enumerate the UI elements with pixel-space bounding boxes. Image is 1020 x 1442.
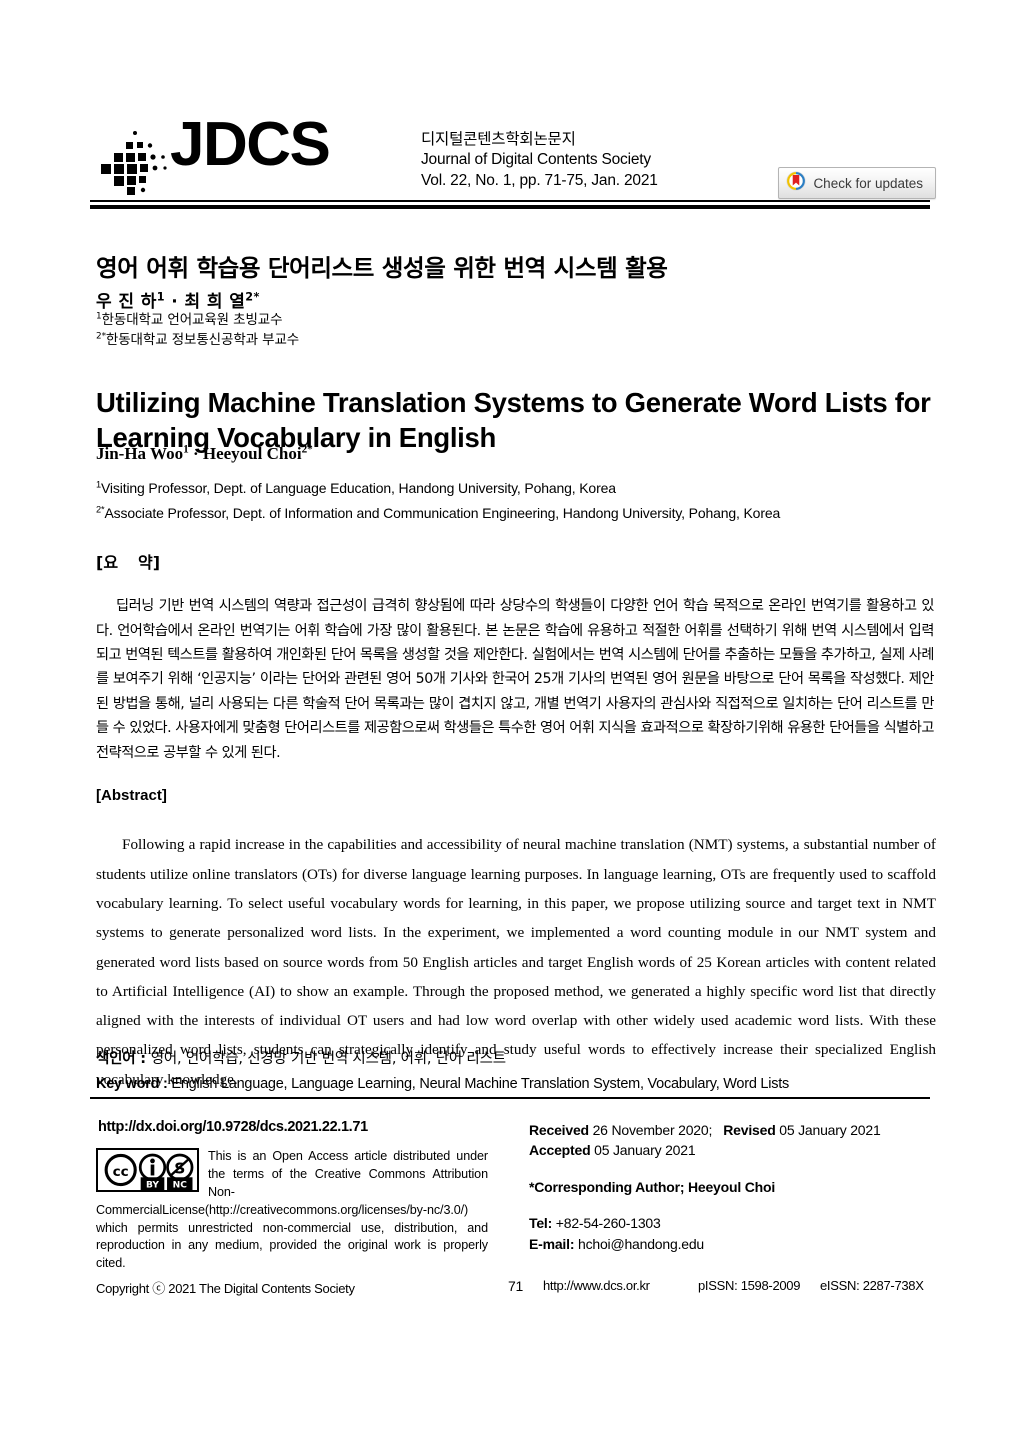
pissn-text: pISSN: 1598-2009 [698,1278,801,1293]
author-en-1: Jin-Ha Woo [96,444,184,463]
email-label: E-mail: [529,1235,575,1252]
affiliation-ko-1-text: 한동대학교 언어교육원 초빙교수 [101,312,283,328]
authors-english: Jin-Ha Woo1 · Heeyoul Choi2* [96,444,313,464]
jdcs-wordmark: JDCS [170,110,331,179]
eissn-text: eISSN: 2287-738X [820,1278,924,1293]
keywords-korean: 색인어 : 영어, 언어학습, 신경망 기반 번역 시스템, 어휘, 단어 리스… [96,1047,936,1068]
abstract-korean-heading-right: 약] [138,553,161,572]
revised-label: Revised [723,1122,776,1138]
copyright-text: Copyright ⓒ 2021 The Digital Contents So… [96,1281,355,1296]
corresponding-author-text: *Corresponding Author; Heeyoul Choi [529,1178,776,1195]
masthead-rule-lower [90,205,930,209]
affiliation-ko-2-marker: 2* [96,331,106,342]
page-footer: Copyright ⓒ 2021 The Digital Contents So… [96,1278,934,1297]
affiliation-en-2-text: Associate Professor, Dept. of Informatio… [104,504,781,521]
abstract-korean-body: 딥러닝 기반 번역 시스템의 역량과 접근성이 급격히 향상됨에 따라 상당수의… [96,598,934,761]
tel-line: Tel: +82-54-260-1303 [529,1213,939,1233]
check-for-updates-label: Check for updates [813,175,923,191]
author-ko-2-marker: 2* [245,290,260,304]
author-en-separator: · [188,444,203,463]
corresponding-author: *Corresponding Author; Heeyoul Choi [529,1177,939,1197]
received-value: 26 November 2020; [592,1122,713,1138]
affiliation-en-2: 2*Associate Professor, Dept. of Informat… [96,501,944,526]
publication-dates: Received 26 November 2020; Revised 05 Ja… [529,1120,939,1161]
doi-link[interactable]: http://dx.doi.org/10.9728/dcs.2021.22.1.… [98,1119,368,1135]
keywords-korean-label: 색인어 : [96,1051,151,1067]
email-value[interactable]: hchoi@handong.edu [578,1236,704,1252]
accepted-value: 05 January 2021 [594,1142,696,1159]
author-ko-2: 최 희 열 [184,292,246,312]
affiliations-english: 1Visiting Professor, Dept. of Language E… [96,476,944,526]
accepted-line: Accepted 05 January 2021 [529,1140,939,1160]
affiliation-en-1-text: Visiting Professor, Dept. of Language Ed… [101,480,616,496]
keywords-rule [90,1097,930,1099]
affiliation-en-1: 1Visiting Professor, Dept. of Language E… [96,476,944,501]
journal-identity: 디지털콘텐츠학회논문지 Journal of Digital Contents … [421,130,658,191]
abstract-korean-heading-left: [요 [96,553,119,572]
keywords-english-value: English Language, Language Learning, Neu… [171,1076,789,1092]
affiliation-ko-1: 1한동대학교 언어교육원 초빙교수 [96,311,299,331]
masthead: JDCS 디지털콘텐츠학회논문지 Journal of Digital Cont… [96,114,936,199]
journal-name-ko: 디지털콘텐츠학회논문지 [421,131,576,148]
affiliations-korean: 1한동대학교 언어교육원 초빙교수 2*한동대학교 정보통신공학과 부교수 [96,311,299,350]
author-en-2-marker: 2* [301,443,313,456]
publication-dates-and-contact: Received 26 November 2020; Revised 05 Ja… [529,1120,939,1254]
author-ko-separator: · [164,292,185,312]
journal-name-en: Journal of Digital Contents Society [421,151,651,169]
license-icon-spacer [96,1148,208,1194]
tel-value: +82-54-260-1303 [555,1215,661,1232]
email-line: E-mail: hchoi@handong.edu [529,1234,939,1254]
authors-korean: 우 진 하1 · 최 희 열2* [96,287,260,312]
page-number: 71 [508,1278,523,1294]
journal-issue-line: Vol. 22, No. 1, pp. 71-75, Jan. 2021 [421,171,658,189]
abstract-korean-heading: [요 약] [96,549,160,573]
title-korean: 영어 어휘 학습용 단어리스트 생성을 위한 번역 시스템 활용 [96,253,668,282]
accepted-label: Accepted [529,1142,591,1159]
license-statement: This is an Open Access article distribut… [96,1148,488,1273]
affiliation-ko-2: 2*한동대학교 정보통신공학과 부교수 [96,331,299,351]
jdcs-diamond-dots-logo [96,128,174,196]
received-revised-line: Received 26 November 2020; Revised 05 Ja… [529,1120,939,1140]
journal-site-url[interactable]: http://www.dcs.or.kr [543,1278,650,1293]
masthead-rule-upper [90,200,930,202]
check-for-updates-button[interactable]: Check for updates [778,167,936,199]
keywords-english-label: Key word : [96,1076,172,1092]
tel-label: Tel: [529,1215,553,1232]
contact-details: Tel: +82-54-260-1303 E-mail: hchoi@hando… [529,1213,939,1254]
author-ko-1-marker: 1 [156,290,165,304]
crossmark-icon [786,170,806,196]
revised-value: 05 January 2021 [779,1122,881,1138]
author-ko-1: 우 진 하 [96,292,157,312]
keywords-english: Key word : English Language, Language Le… [96,1076,936,1092]
author-en-2: Heeyoul Choi [202,444,302,463]
received-label: Received [529,1122,589,1138]
abstract-english-heading: [Abstract] [96,787,167,804]
paper-page: JDCS 디지털콘텐츠학회논문지 Journal of Digital Cont… [0,0,1020,1442]
affiliation-ko-2-text: 한동대학교 정보통신공학과 부교수 [105,331,300,348]
keywords-korean-value: 영어, 언어학습, 신경망 기반 번역 시스템, 어휘, 단어 리스트 [150,1051,506,1067]
